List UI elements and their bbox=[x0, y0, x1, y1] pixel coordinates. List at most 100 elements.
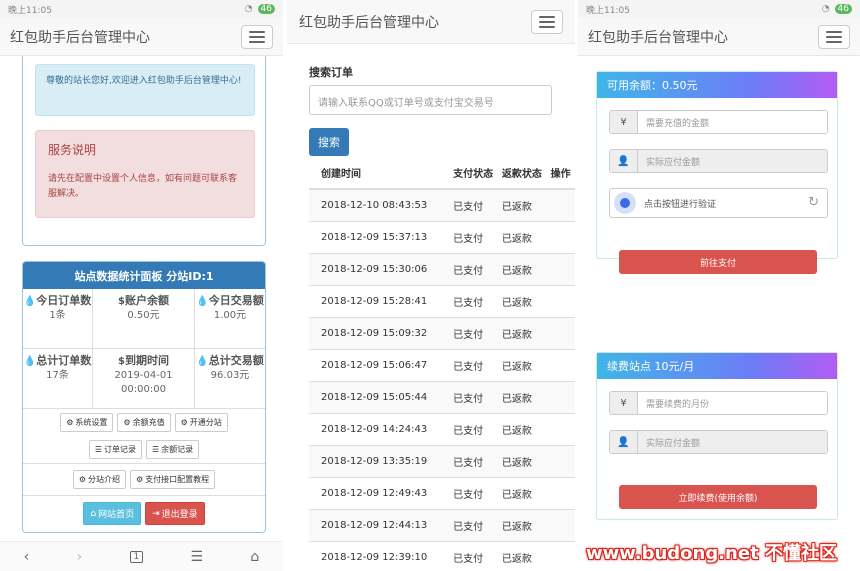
yen-icon: ¥ bbox=[610, 111, 638, 133]
list-icon: ☰ bbox=[94, 445, 102, 454]
logout-icon: ⇥ bbox=[152, 508, 160, 519]
action-button[interactable]: ☰ 余额记录 bbox=[146, 440, 200, 459]
user-icon: 👤 bbox=[610, 431, 638, 453]
forward-icon[interactable]: › bbox=[77, 549, 83, 565]
table-cell: 已返款 bbox=[501, 476, 551, 509]
table-row[interactable]: 2018-12-09 15:28:41 已支付 已返款 bbox=[309, 284, 575, 317]
table-cell: 已返款 bbox=[501, 316, 551, 349]
list-icon: ☰ bbox=[152, 445, 160, 454]
table-cell: 已支付 bbox=[453, 540, 502, 571]
refresh-icon[interactable]: ↻ bbox=[808, 195, 819, 210]
site-home-label: 网站首页 bbox=[98, 510, 135, 520]
recharge-screen: 晚上11:05 ◔ 46 红包助手后台管理中心 可用余额：0.50元 ¥ 需要充… bbox=[578, 0, 860, 571]
watermark: www.budong.net 不懂社区 bbox=[586, 543, 837, 564]
search-label: 搜索订单 bbox=[309, 66, 353, 79]
drop-icon: 💧 bbox=[23, 356, 37, 367]
action-button[interactable]: ☰ 订单记录 bbox=[88, 440, 142, 459]
menu-toggle-button[interactable] bbox=[241, 24, 273, 49]
action-button[interactable]: ⚙ 支付接口配置教程 bbox=[130, 470, 216, 489]
captcha-widget[interactable]: 点击按钮进行验证 ↻ bbox=[609, 188, 828, 218]
renew-title: 续费站点 10元/月 bbox=[597, 353, 837, 379]
status-time: 晚上11:05 bbox=[586, 5, 630, 16]
renew-button[interactable]: 立即续费(使用余额) bbox=[619, 485, 817, 509]
stat-label: $到期时间 bbox=[118, 354, 169, 367]
tabs-icon[interactable]: 1 bbox=[129, 550, 144, 563]
table-row[interactable]: 2018-12-09 12:49:43 已支付 已返款 bbox=[309, 476, 575, 509]
table-cell: 已支付 bbox=[453, 252, 502, 285]
table-cell: 2018-12-09 15:28:41 bbox=[309, 284, 454, 317]
action-button[interactable]: ⚙ 余额充值 bbox=[117, 413, 171, 432]
renew-pay-input: 实际应付金额 bbox=[638, 431, 827, 453]
top-navbar: 红包助手后台管理中心 bbox=[287, 0, 575, 44]
table-row[interactable]: 2018-12-09 15:06:47 已支付 已返款 bbox=[309, 348, 575, 381]
table-cell: 已返款 bbox=[501, 412, 551, 445]
search-input[interactable]: 请输入联系QQ或订单号或支付宝交易号 bbox=[309, 85, 552, 115]
recharge-amount-input[interactable]: 需要充值的金额 bbox=[638, 111, 827, 133]
table-row[interactable]: 2018-12-09 15:05:44 已支付 已返款 bbox=[309, 380, 575, 413]
table-cell: 已返款 bbox=[501, 284, 551, 317]
table-body: 2018-12-10 08:43:53 已支付 已返款 2018-12-09 15:3… bbox=[309, 188, 575, 571]
gear-icon: ⚙ bbox=[180, 418, 188, 427]
table-cell bbox=[550, 348, 575, 381]
table-cell: 已支付 bbox=[453, 284, 502, 317]
action-row-1: ⚙ 系统设置 ⚙ 余额充值 ⚙ 开通分站 ☰ 订单记录 ☰ 余额记录 bbox=[23, 409, 265, 464]
table-cell: 2018-12-09 12:39:10 bbox=[309, 540, 454, 571]
stat-value: 1.00元 bbox=[213, 310, 247, 321]
logout-button[interactable]: ⇥ 退出登录 bbox=[145, 502, 205, 525]
app-title[interactable]: 红包助手后台管理中心 bbox=[588, 27, 728, 47]
balance-title: 可用余额：0.50元 bbox=[597, 72, 837, 98]
back-icon[interactable]: ‹ bbox=[24, 549, 30, 565]
stat-value: 0.50元 bbox=[127, 310, 160, 321]
home-nav-icon[interactable]: ⌂ bbox=[250, 549, 259, 565]
top-navbar: 红包助手后台管理中心 bbox=[0, 18, 283, 56]
action-button[interactable]: ⚙ 系统设置 bbox=[60, 413, 114, 432]
column-header: 返款状态 bbox=[501, 157, 551, 190]
stat-value: 2019-04-01 00:00:00 bbox=[114, 370, 173, 395]
action-row-2: ⚙ 分站介绍 ⚙ 支付接口配置教程 bbox=[23, 464, 265, 496]
dashboard-screen: 晚上11:05 ◔ 46 红包助手后台管理中心 尊敬的站长您好,欢迎进入红包助手… bbox=[0, 0, 283, 571]
table-row[interactable]: 2018-12-09 15:37:13 已支付 已返款 bbox=[309, 220, 575, 253]
menu-toggle-button[interactable] bbox=[531, 9, 563, 34]
table-cell bbox=[550, 444, 575, 477]
orders-table: 创建时间 支付状态 返款状态 操作 2018-12-10 08:43:53 已支付 已返款… bbox=[309, 157, 575, 571]
table-cell: 2018-12-09 15:30:06 bbox=[309, 252, 454, 285]
table-header: 创建时间 支付状态 返款状态 操作 bbox=[309, 157, 575, 190]
action-button[interactable]: ⚙ 分站介绍 bbox=[72, 470, 126, 489]
search-button[interactable]: 搜索 bbox=[309, 128, 349, 156]
stat-cell: $到期时间 2019-04-01 00:00:00 bbox=[93, 349, 195, 409]
table-cell: 已支付 bbox=[453, 444, 502, 477]
dollar-icon: $ bbox=[118, 356, 125, 367]
stat-label: 💧总计交易额 bbox=[196, 354, 264, 367]
table-cell bbox=[550, 284, 575, 317]
table-row[interactable]: 2018-12-09 13:35:19 已支付 已返款 bbox=[309, 444, 575, 477]
table-cell bbox=[550, 220, 575, 253]
table-row[interactable]: 2018-12-09 15:09:32 已支付 已返款 bbox=[309, 316, 575, 349]
welcome-alert: 尊敬的站长您好,欢迎进入红包助手后台管理中心! bbox=[35, 64, 255, 116]
table-row[interactable]: 2018-12-09 15:30:06 已支付 已返款 bbox=[309, 252, 575, 285]
menu-icon[interactable]: ☰ bbox=[191, 549, 204, 565]
table-cell bbox=[550, 412, 575, 445]
battery-icon: 46 bbox=[834, 4, 852, 14]
service-alert: 服务说明 请先在配置中设置个人信息，如有问题可联系客服解决。 bbox=[35, 130, 255, 218]
app-title[interactable]: 红包助手后台管理中心 bbox=[10, 27, 150, 47]
app-title[interactable]: 红包助手后台管理中心 bbox=[299, 12, 439, 32]
renew-months-input[interactable]: 需要续费的月份 bbox=[638, 392, 827, 414]
action-button[interactable]: ⚙ 开通分站 bbox=[174, 413, 228, 432]
table-cell bbox=[550, 540, 575, 571]
menu-toggle-button[interactable] bbox=[818, 24, 850, 49]
table-cell: 已返款 bbox=[501, 220, 551, 253]
table-row[interactable]: 2018-12-09 14:24:43 已支付 已返款 bbox=[309, 412, 575, 445]
site-home-button[interactable]: ⌂ 网站首页 bbox=[83, 502, 142, 525]
table-cell: 已支付 bbox=[453, 348, 502, 381]
table-cell: 2018-12-09 15:37:13 bbox=[309, 220, 454, 253]
table-row[interactable]: 2018-12-09 12:39:10 已支付 已返款 bbox=[309, 540, 575, 571]
status-icons: ◔ 46 bbox=[245, 4, 275, 14]
orders-screen: 红包助手后台管理中心 搜索订单 请输入联系QQ或订单号或支付宝交易号 搜索 创建… bbox=[287, 0, 575, 571]
table-row[interactable]: 2018-12-10 08:43:53 已支付 已返款 bbox=[309, 188, 575, 221]
table-row[interactable]: 2018-12-09 12:44:13 已支付 已返款 bbox=[309, 508, 575, 541]
table-cell bbox=[550, 508, 575, 541]
pay-button[interactable]: 前往支付 bbox=[619, 250, 817, 274]
status-bar: 晚上11:05 ◔ 46 bbox=[578, 0, 860, 18]
table-cell: 已返款 bbox=[501, 188, 551, 221]
stat-label: 💧今日交易额 bbox=[196, 294, 264, 307]
